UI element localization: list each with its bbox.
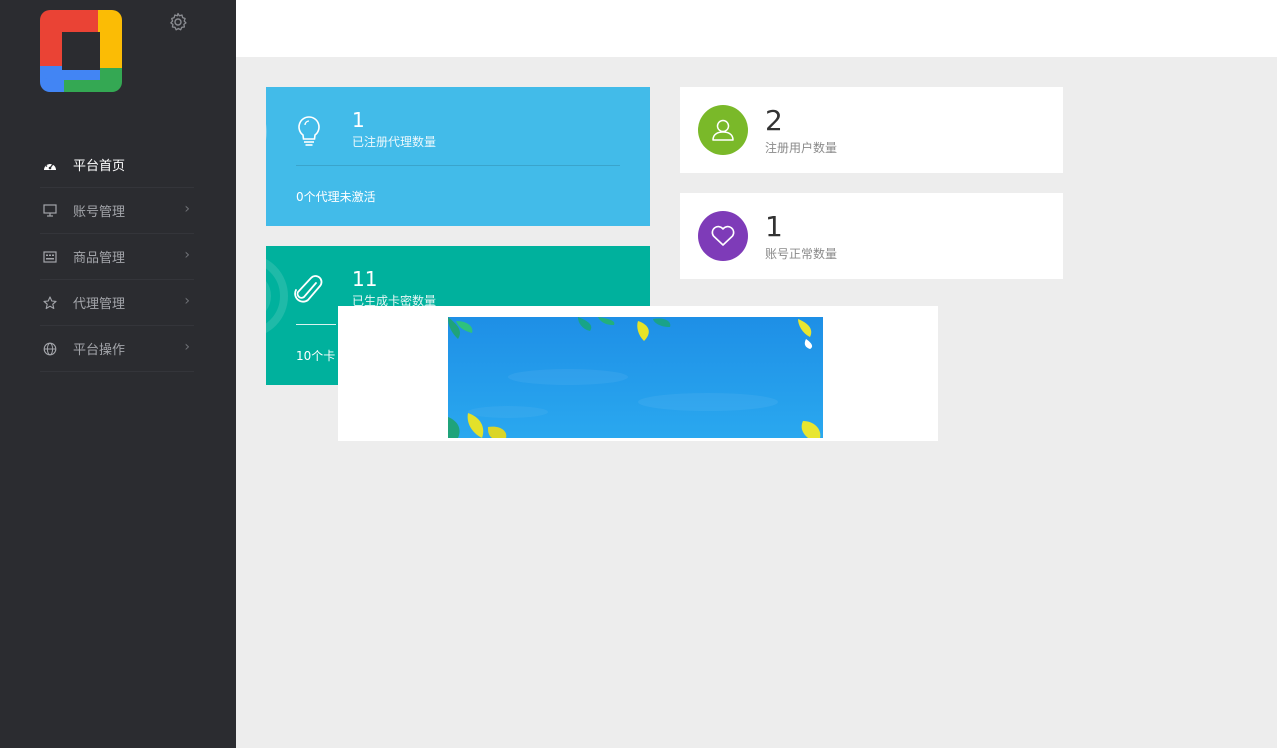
sidebar-item-label: 账号管理	[73, 205, 126, 220]
card-divider	[296, 324, 336, 325]
chevron-right-icon: ›	[184, 293, 190, 309]
user-icon	[698, 105, 748, 155]
chevron-right-icon: ›	[184, 247, 190, 263]
sidebar-item-label: 平台首页	[73, 159, 126, 174]
sidebar-item-platform-ops[interactable]: 平台操作 ›	[40, 326, 194, 372]
heart-icon	[698, 211, 748, 261]
card-divider	[296, 165, 620, 166]
agents-summary-card: 1 已注册代理数量 0个代理未激活	[266, 87, 650, 226]
popup-dialog[interactable]	[338, 306, 938, 441]
cardkeys-count: 11	[352, 267, 378, 291]
decorative-ring	[266, 124, 267, 140]
globe-icon	[42, 341, 58, 357]
gear-icon[interactable]	[168, 12, 188, 32]
sidebar: 平台首页 账号管理 › 商品管理 › 代理管理 › 平台操作 ›	[0, 0, 236, 748]
logo-icon[interactable]	[40, 10, 122, 92]
monitor-icon	[42, 203, 58, 219]
sidebar-item-products[interactable]: 商品管理 ›	[40, 234, 194, 280]
dashboard-icon	[42, 157, 58, 173]
sidebar-nav: 平台首页 账号管理 › 商品管理 › 代理管理 › 平台操作 ›	[40, 142, 194, 372]
lightbulb-icon	[298, 116, 320, 146]
sky-with-leaves-image	[448, 317, 823, 438]
normal-accounts-count: 1	[765, 210, 783, 243]
agents-count: 1	[352, 108, 365, 132]
unused-cardkeys-text: 10个卡	[296, 349, 336, 363]
chevron-right-icon: ›	[184, 201, 190, 217]
decorative-ring	[266, 259, 288, 333]
sidebar-item-accounts[interactable]: 账号管理 ›	[40, 188, 194, 234]
star-icon	[42, 295, 58, 311]
normal-accounts-count-label: 账号正常数量	[765, 247, 838, 261]
inactive-agents-text: 0个代理未激活	[296, 190, 376, 204]
paperclip-icon	[294, 275, 323, 303]
sidebar-item-agents[interactable]: 代理管理 ›	[40, 280, 194, 326]
sidebar-item-label: 商品管理	[73, 251, 126, 266]
normal-accounts-stat-card: 1 账号正常数量	[680, 193, 1063, 279]
users-count-label: 注册用户数量	[765, 141, 838, 155]
chevron-right-icon: ›	[184, 339, 190, 355]
sidebar-item-label: 代理管理	[73, 297, 126, 312]
users-stat-card: 2 注册用户数量	[680, 87, 1063, 173]
sidebar-item-home[interactable]: 平台首页	[40, 142, 194, 188]
agents-count-label: 已注册代理数量	[352, 135, 437, 149]
top-header-bar	[236, 0, 1277, 57]
sidebar-item-label: 平台操作	[73, 343, 126, 358]
keyboard-icon	[42, 249, 58, 265]
users-count: 2	[765, 104, 783, 137]
